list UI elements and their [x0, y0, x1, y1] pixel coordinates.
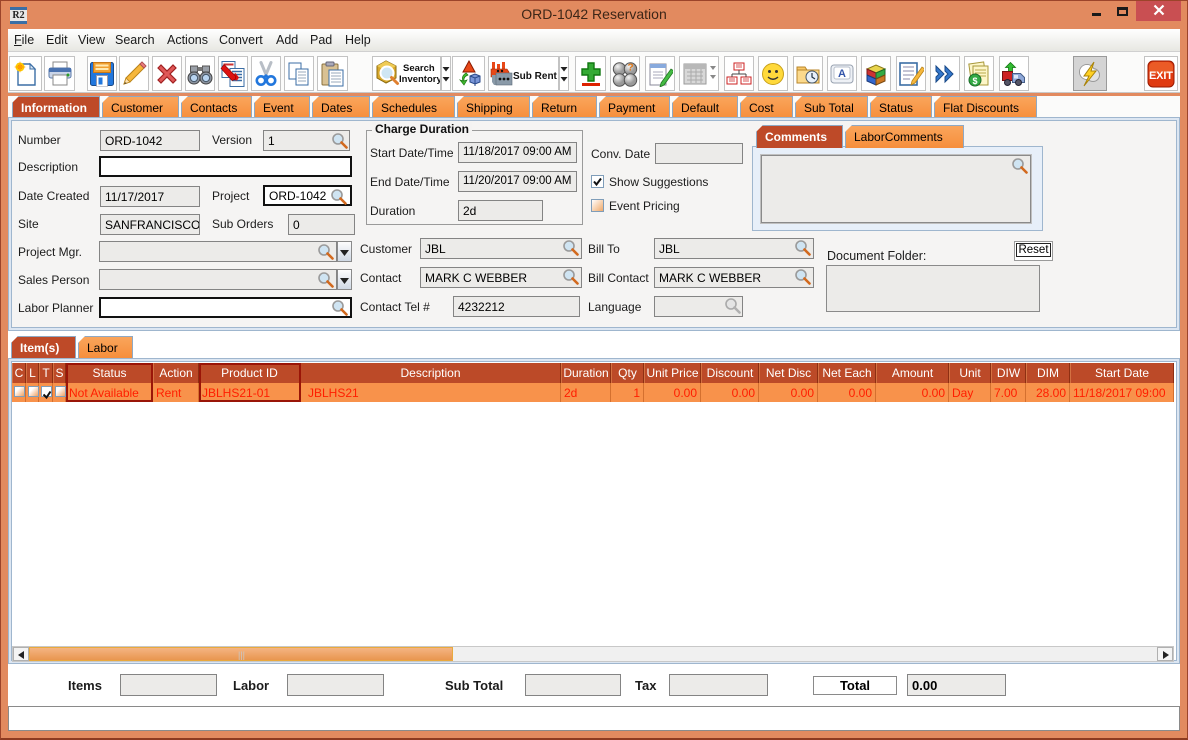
svg-text:A: A: [838, 68, 846, 80]
svg-text:Sub Rent: Sub Rent: [513, 71, 558, 82]
svg-text:Search: Search: [403, 63, 435, 74]
svg-text:Inventory: Inventory: [399, 74, 440, 85]
svg-text:EXIT: EXIT: [1149, 70, 1173, 82]
svg-text:$: $: [973, 76, 978, 86]
svg-text:?: ?: [628, 62, 634, 73]
